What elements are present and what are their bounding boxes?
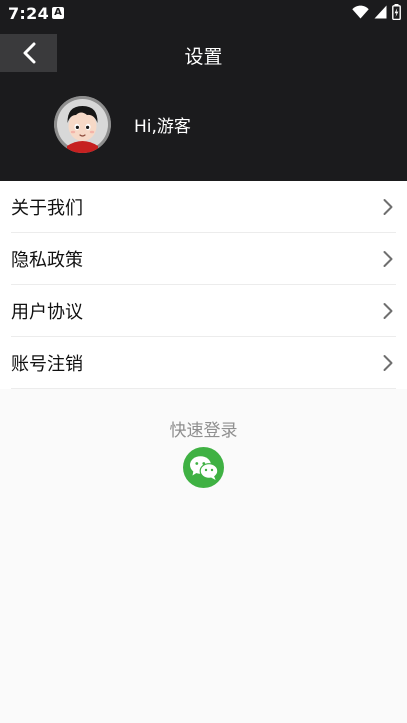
user-profile[interactable]: Hi,游客 xyxy=(54,95,191,153)
chevron-right-icon xyxy=(383,250,393,267)
menu-item-delete-account[interactable]: 账号注销 xyxy=(11,337,396,389)
quick-login-section: 快速登录 xyxy=(0,416,407,441)
menu-item-user-agreement[interactable]: 用户协议 xyxy=(11,285,396,337)
greeting-text: Hi,游客 xyxy=(134,116,191,137)
menu-item-label: 关于我们 xyxy=(11,197,83,219)
navigation-bar: 设置 xyxy=(0,32,407,74)
page-title: 设置 xyxy=(184,46,223,68)
chevron-right-icon xyxy=(383,198,393,215)
quick-login-title: 快速登录 xyxy=(169,421,238,441)
battery-icon xyxy=(392,4,401,20)
status-time: 7:24 xyxy=(8,4,49,23)
wifi-icon xyxy=(352,5,369,19)
notification-icon: A xyxy=(52,7,64,19)
menu-item-label: 隐私政策 xyxy=(11,249,83,271)
menu-item-about-us[interactable]: 关于我们 xyxy=(11,181,396,233)
status-bar: 7:24 A xyxy=(0,0,407,28)
header-background: 7:24 A 设置 Hi,游客 xyxy=(0,0,407,181)
wechat-icon xyxy=(189,455,218,480)
wechat-login-button[interactable] xyxy=(183,447,224,488)
menu-item-label: 账号注销 xyxy=(11,353,83,375)
cellular-signal-icon xyxy=(374,5,387,19)
avatar[interactable] xyxy=(54,95,111,153)
chevron-right-icon xyxy=(383,354,393,371)
status-icons xyxy=(352,4,401,20)
chevron-right-icon xyxy=(383,302,393,319)
settings-menu: 关于我们 隐私政策 用户协议 账号注销 xyxy=(0,181,407,389)
menu-item-privacy-policy[interactable]: 隐私政策 xyxy=(11,233,396,285)
cartoon-avatar-icon xyxy=(54,95,111,153)
menu-item-label: 用户协议 xyxy=(11,301,83,323)
